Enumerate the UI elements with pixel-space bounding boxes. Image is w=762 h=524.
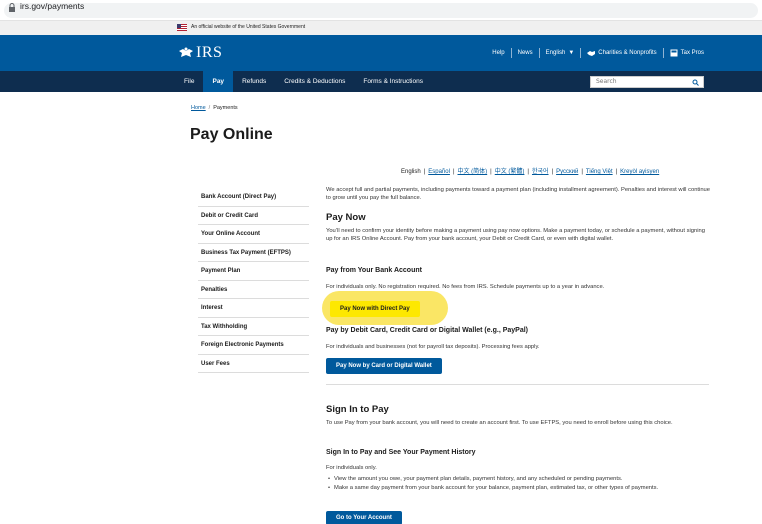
eagle-icon	[179, 47, 193, 57]
pay-now-direct-pay-button[interactable]: Pay Now with Direct Pay	[330, 301, 420, 317]
gov-banner: An official website of the United States…	[0, 21, 762, 35]
language-select[interactable]: English	[546, 50, 566, 56]
logo-text: IRS	[196, 44, 223, 61]
pay-now-text: You’ll need to confirm your identity bef…	[326, 228, 705, 242]
lang-separator: |	[581, 169, 583, 175]
lock-icon	[9, 3, 15, 12]
search-placeholder: Search	[596, 77, 617, 85]
sign-in-heading: Sign In to Pay	[326, 404, 389, 415]
sidebar-nav: Bank Account (Direct Pay) Debit or Credi…	[198, 188, 309, 373]
card-heading: Pay by Debit Card, Credit Card or Digita…	[326, 327, 529, 334]
lang-chinese-simplified[interactable]: 中文 (简体)	[458, 169, 488, 175]
pay-now-card-button[interactable]: Pay Now by Card or Digital Wallet	[326, 358, 442, 374]
breadcrumb-separator: /	[208, 105, 211, 111]
intro-text: We accept full and partial payments, inc…	[326, 187, 710, 201]
breadcrumb: Home / Payments	[191, 105, 238, 111]
gov-banner-text: An official website of the United States…	[191, 23, 306, 30]
go-to-account-button[interactable]: Go to Your Account	[326, 511, 402, 524]
nav-item-credits-deductions[interactable]: Credits & Deductions	[275, 71, 354, 92]
list-item: Make a same day payment from your bank a…	[326, 485, 711, 493]
sidebar-item-debit-credit-card[interactable]: Debit or Credit Card	[198, 207, 309, 225]
divider	[538, 48, 540, 58]
pay-now-heading: Pay Now	[326, 212, 366, 223]
sign-in-sub-heading: Sign In to Pay and See Your Payment Hist…	[326, 449, 476, 456]
nav-item-file[interactable]: File	[175, 71, 203, 92]
tax-pros-link[interactable]: Tax Pros	[681, 50, 704, 56]
lang-separator: |	[527, 169, 529, 175]
browser-address-bar[interactable]: irs.gov/payments	[0, 0, 762, 21]
address-pill[interactable]	[4, 3, 758, 18]
nav-item-forms-instructions[interactable]: Forms & Instructions	[354, 71, 432, 92]
lang-vietnamese[interactable]: Tiếng Việt	[586, 169, 613, 175]
help-link[interactable]: Help	[492, 50, 504, 56]
sidebar-item-payment-plan[interactable]: Payment Plan	[198, 262, 309, 281]
news-link[interactable]: News	[518, 50, 533, 56]
chevron-down-icon: ▼	[568, 50, 575, 56]
lang-russian[interactable]: Русский	[556, 169, 578, 175]
lang-separator: |	[615, 169, 618, 175]
lang-separator: |	[551, 169, 554, 175]
sidebar-item-interest[interactable]: Interest	[198, 299, 309, 318]
lang-english: English	[401, 169, 421, 175]
divider	[662, 48, 664, 58]
search-input[interactable]: Search	[590, 75, 704, 88]
breadcrumb-current: Payments	[213, 105, 238, 111]
sidebar-item-direct-pay[interactable]: Bank Account (Direct Pay)	[198, 188, 309, 207]
lang-separator: |	[452, 169, 455, 175]
breadcrumb-home-link[interactable]: Home	[191, 105, 206, 111]
calculator-icon	[670, 49, 678, 57]
lang-spanish[interactable]: Español	[428, 169, 450, 175]
nav-item-pay[interactable]: Pay	[203, 71, 234, 92]
utility-nav: Help News English ▼ Charities & Nonprofi…	[492, 48, 704, 58]
bank-heading: Pay from Your Bank Account	[326, 267, 422, 274]
main-nav: File Pay Refunds Credits & Deductions Fo…	[0, 71, 762, 92]
sidebar-item-eftps[interactable]: Business Tax Payment (EFTPS)	[198, 244, 309, 262]
sidebar-item-penalties[interactable]: Penalties	[198, 281, 309, 299]
site-header: IRS Help News English ▼ Charities & Nonp…	[0, 35, 762, 71]
lang-separator: |	[423, 169, 426, 175]
card-text: For individuals and businesses (not for …	[326, 344, 540, 350]
sidebar-item-tax-withholding[interactable]: Tax Withholding	[198, 318, 309, 336]
lang-korean[interactable]: 한국어	[532, 169, 549, 175]
search-icon[interactable]	[692, 79, 699, 86]
divider	[580, 48, 582, 58]
list-item: View the amount you owe, your payment pl…	[326, 476, 711, 484]
section-divider	[326, 384, 709, 385]
sidebar-item-foreign-payments[interactable]: Foreign Electronic Payments	[198, 336, 309, 355]
sign-in-sub-text: For individuals only.	[326, 465, 377, 471]
lang-chinese-traditional[interactable]: 中文 (繁體)	[495, 169, 525, 175]
us-flag-icon	[177, 24, 187, 31]
lang-separator: |	[490, 169, 492, 175]
bank-text: For individuals only. No registration re…	[326, 284, 605, 290]
language-links: English | Español | 中文 (简体) | 中文 (繁體) | 한국어 | Русс…	[401, 166, 659, 175]
url-text[interactable]: irs.gov/payments	[20, 1, 84, 11]
sidebar-item-user-fees[interactable]: User Fees	[198, 355, 309, 373]
sidebar-item-online-account[interactable]: Your Online Account	[198, 225, 309, 244]
divider	[510, 48, 512, 58]
lang-haitian-creole[interactable]: Kreyòl ayisyen	[620, 169, 659, 175]
handshake-icon	[587, 51, 596, 56]
irs-logo[interactable]: IRS	[178, 43, 222, 63]
sign-in-text: To use Pay from your bank account, you w…	[326, 420, 673, 426]
nav-item-refunds[interactable]: Refunds	[233, 71, 275, 92]
nav-items: File Pay Refunds Credits & Deductions Fo…	[175, 71, 432, 92]
sign-in-bullet-list: View the amount you owe, your payment pl…	[326, 476, 711, 493]
page-title: Pay Online	[190, 126, 273, 143]
charities-link[interactable]: Charities & Nonprofits	[598, 50, 656, 56]
